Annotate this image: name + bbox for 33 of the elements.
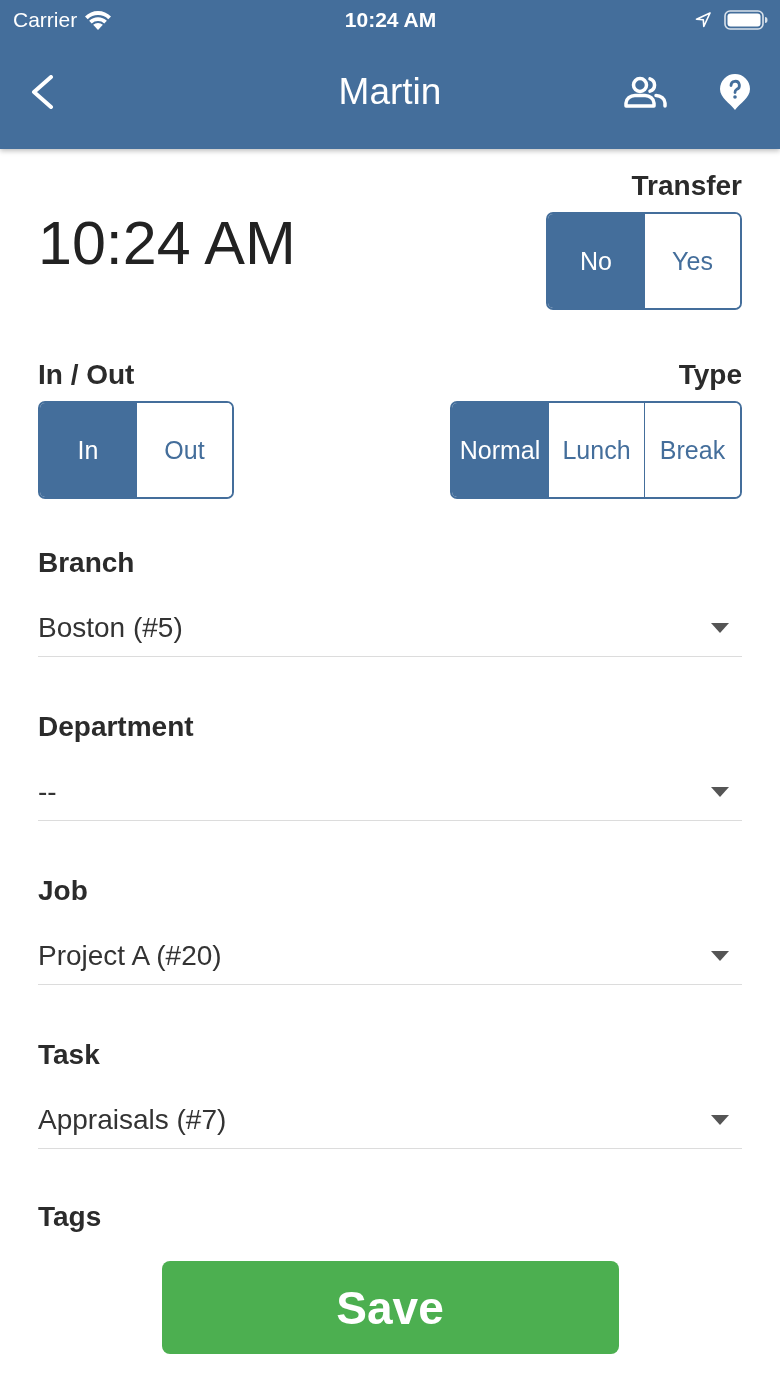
caret-icon (711, 623, 729, 633)
segment-tab[interactable]: Out (136, 403, 232, 497)
transfer-label: Transfer (631, 169, 742, 203)
carrier-label: Carrier (13, 8, 78, 32)
people-icon[interactable] (624, 75, 668, 108)
dropdown-field[interactable]: Appraisals (#7) (38, 1092, 742, 1149)
battery-icon (724, 10, 768, 30)
segment-tab[interactable]: No (548, 214, 644, 308)
help-icon[interactable] (720, 73, 750, 110)
caret-icon (711, 787, 729, 797)
field-label: Task (38, 1038, 100, 1072)
section-label: Tags (38, 1200, 102, 1234)
status-time: 10:24 AM (344, 8, 437, 32)
location-arrow-icon (695, 12, 711, 28)
save-button[interactable]: Save (161, 1261, 619, 1354)
clock-time: 10:24 AM (38, 213, 296, 274)
wifi-icon (85, 10, 112, 30)
type-label: Type (678, 358, 742, 392)
back-icon[interactable] (30, 74, 54, 109)
field-label: Department (38, 710, 194, 744)
caret-icon (711, 951, 729, 961)
field-label: Job (38, 874, 88, 908)
dropdown-field[interactable]: Project A (#20) (38, 928, 742, 985)
segment-tab[interactable]: Break (644, 403, 740, 497)
dropdown-field[interactable]: Boston (#5) (38, 600, 742, 657)
nav-title: Martin (338, 70, 442, 113)
segment-tab[interactable]: In (40, 403, 136, 497)
field-label: Branch (38, 546, 135, 580)
segment-tab[interactable]: Yes (644, 214, 740, 308)
segment-tab[interactable]: Normal (452, 403, 548, 497)
caret-icon (711, 1115, 729, 1125)
dropdown-field[interactable]: -- (38, 764, 742, 821)
in-out-label: In / Out (38, 358, 135, 392)
